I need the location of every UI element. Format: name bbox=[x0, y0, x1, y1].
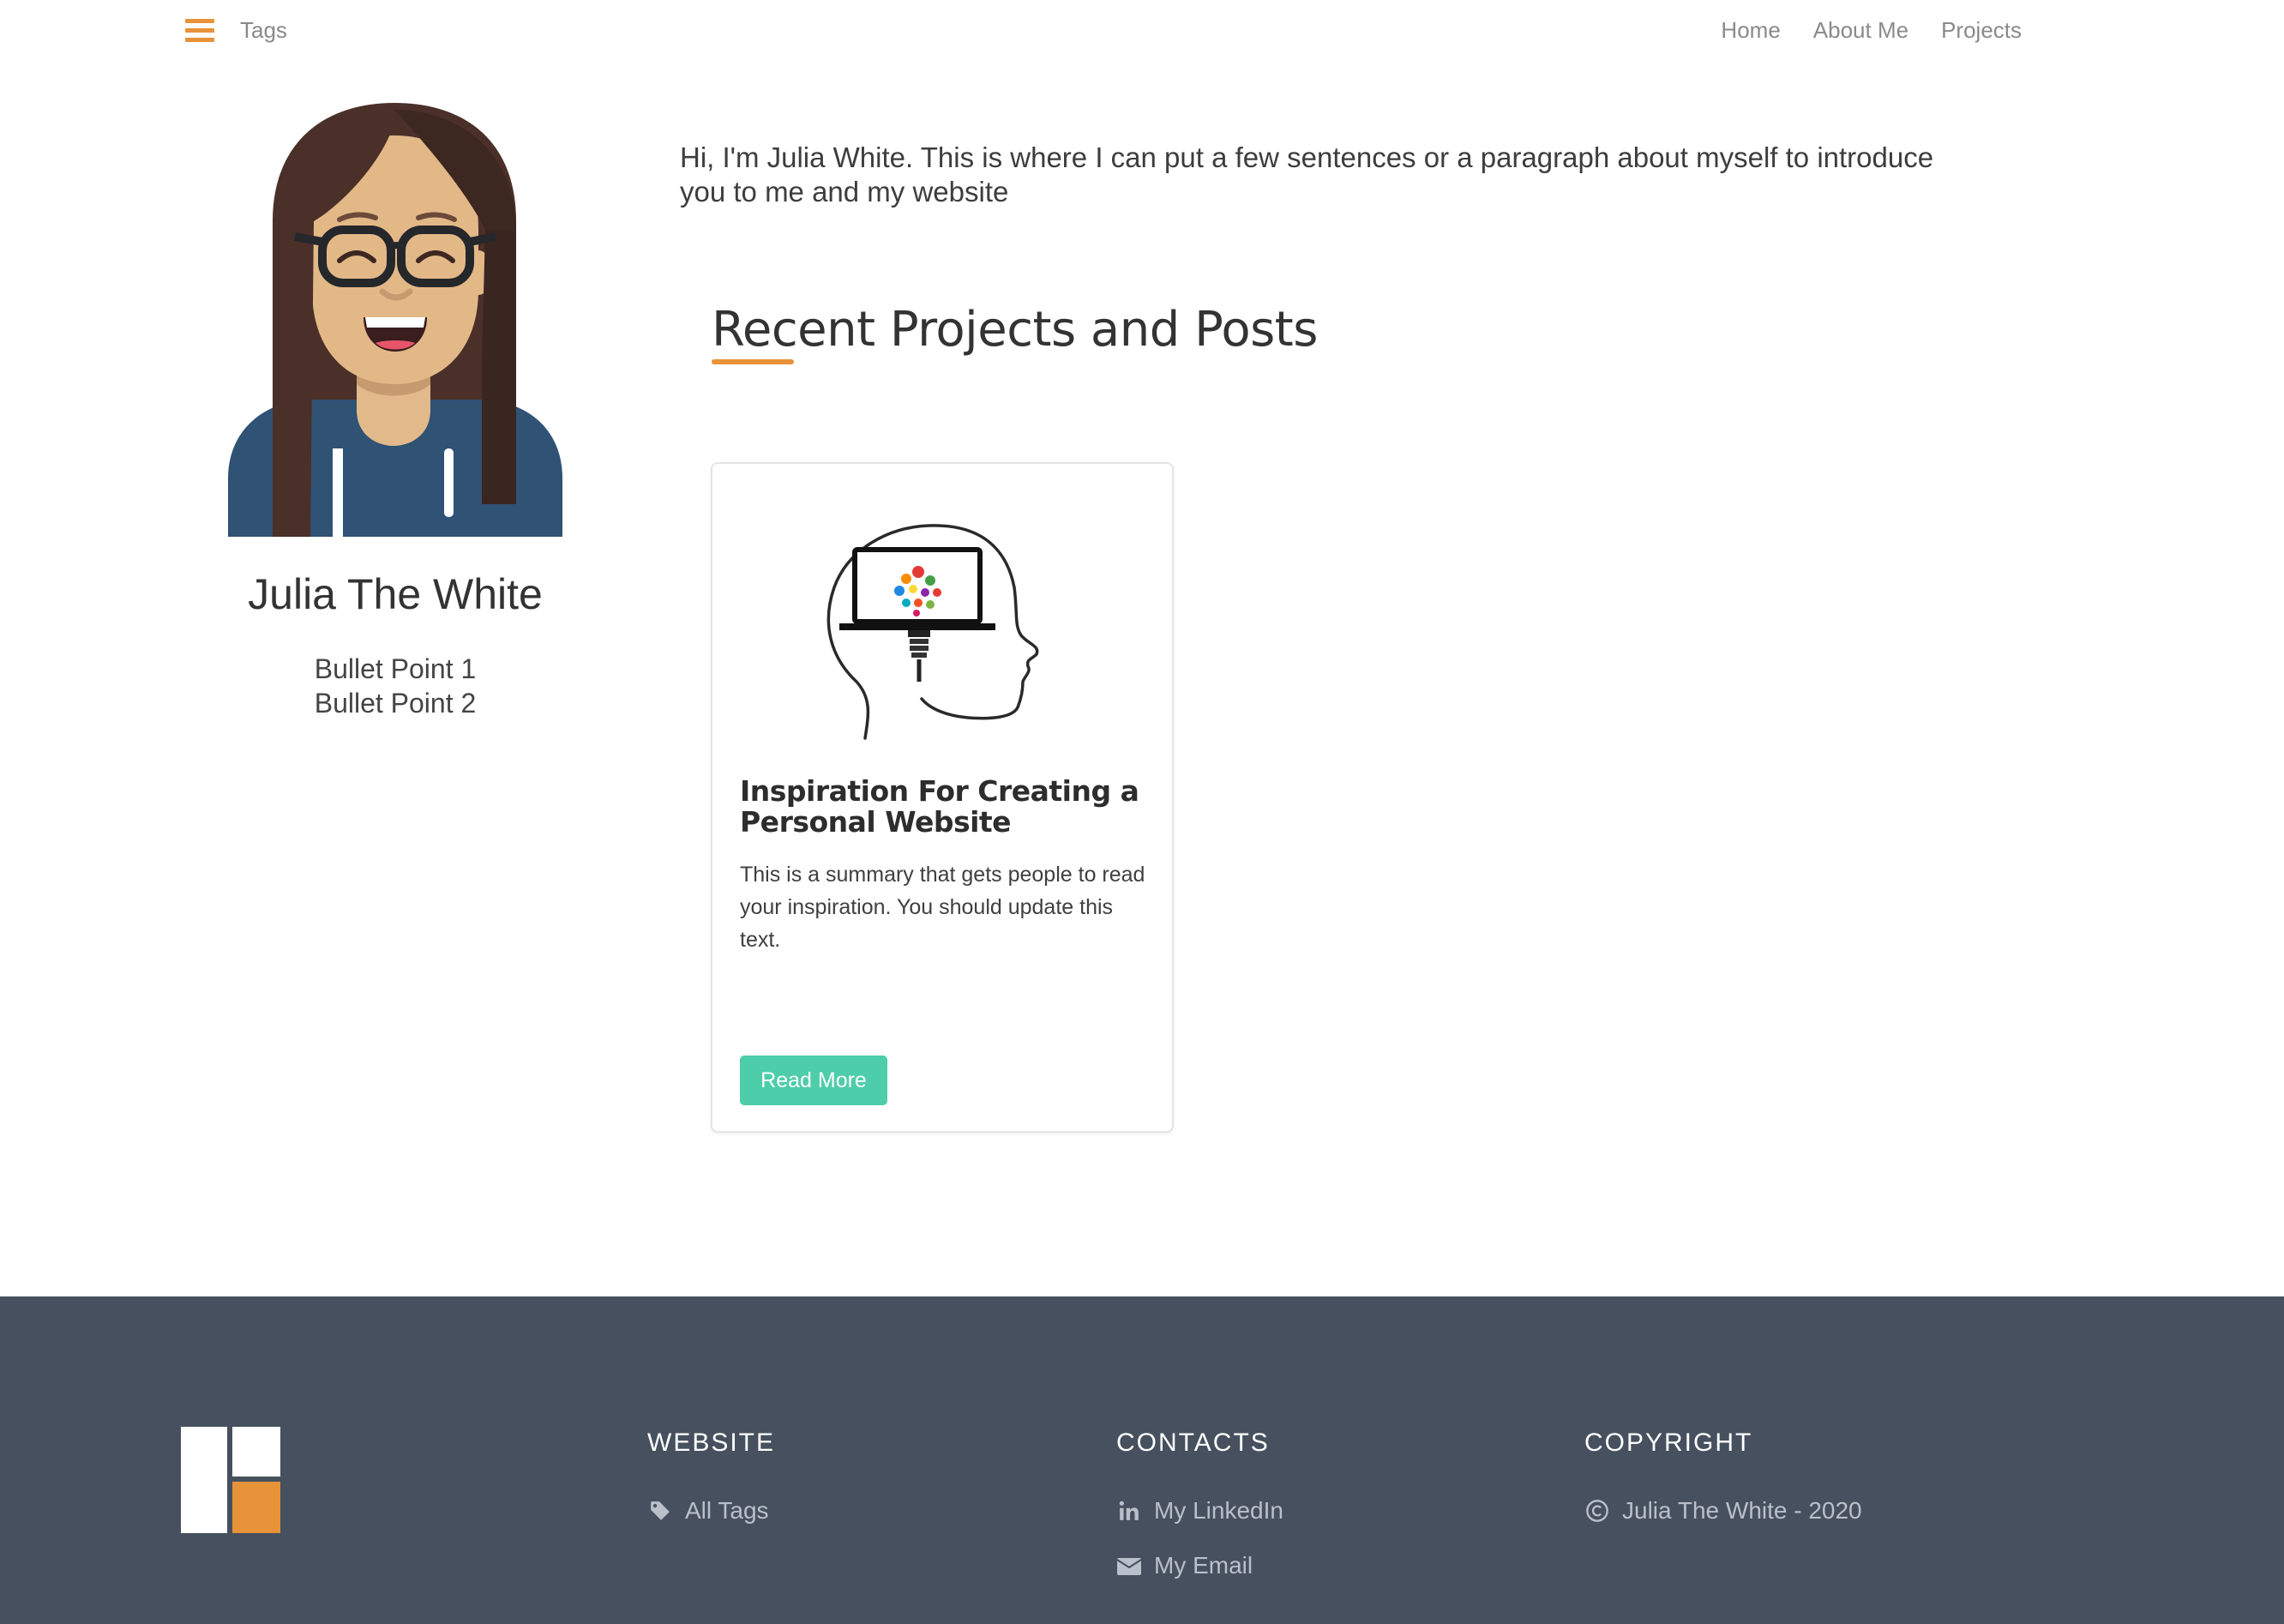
footer-all-tags-link[interactable]: All Tags bbox=[647, 1495, 775, 1526]
profile-name: Julia The White bbox=[248, 570, 543, 618]
footer-all-tags-label: All Tags bbox=[685, 1497, 769, 1524]
post-card[interactable]: Inspiration For Creating a Personal Webs… bbox=[711, 462, 1174, 1133]
hamburger-menu-icon[interactable] bbox=[185, 17, 216, 45]
profile-bullet-list: Bullet Point 1 Bullet Point 2 bbox=[137, 652, 653, 720]
footer-linkedin-label: My LinkedIn bbox=[1154, 1497, 1283, 1524]
profile-bullet: Bullet Point 1 bbox=[314, 653, 477, 684]
site-footer: WEBSITE All Tags CONTACTS My LinkedIn My… bbox=[0, 1296, 2284, 1624]
footer-website-heading: WEBSITE bbox=[647, 1429, 776, 1457]
nav-projects-link[interactable]: Projects bbox=[1941, 17, 2022, 43]
section-title: Recent Projects and Posts bbox=[712, 302, 1318, 358]
footer-copyright-text: Julia The White - 2020 bbox=[1622, 1497, 1862, 1524]
envelope-icon bbox=[1116, 1553, 1142, 1579]
intro-paragraph: Hi, I'm Julia White. This is where I can… bbox=[680, 141, 1934, 208]
post-thumbnail-image[interactable] bbox=[822, 519, 1066, 742]
site-logo[interactable] bbox=[181, 1427, 280, 1533]
profile-avatar bbox=[228, 101, 562, 537]
main-nav: Home About Me Projects bbox=[1721, 17, 2022, 43]
linkedin-icon bbox=[1116, 1498, 1142, 1524]
post-card-title[interactable]: Inspiration For Creating a Personal Webs… bbox=[740, 776, 1143, 838]
copyright-icon bbox=[1584, 1498, 1610, 1524]
footer-linkedin-link[interactable]: My LinkedIn bbox=[1116, 1495, 1283, 1526]
section-title-underline bbox=[712, 359, 794, 364]
profile-bullet: Bullet Point 2 bbox=[314, 688, 477, 719]
footer-email-label: My Email bbox=[1154, 1552, 1253, 1579]
nav-home-link[interactable]: Home bbox=[1721, 17, 1780, 43]
top-navbar: Tags Home About Me Projects bbox=[0, 0, 2284, 60]
footer-copyright-column: COPYRIGHT Julia The White - 2020 bbox=[1584, 1429, 1862, 1550]
footer-website-column: WEBSITE All Tags bbox=[647, 1429, 775, 1550]
footer-email-link[interactable]: My Email bbox=[1116, 1550, 1283, 1581]
footer-contacts-heading: CONTACTS bbox=[1116, 1429, 1270, 1457]
nav-tags-link[interactable]: Tags bbox=[240, 17, 287, 43]
tag-icon bbox=[647, 1498, 673, 1524]
footer-copyright-heading: COPYRIGHT bbox=[1584, 1429, 1753, 1457]
read-more-button[interactable]: Read More bbox=[740, 1056, 887, 1105]
nav-about-link[interactable]: About Me bbox=[1813, 17, 1908, 43]
footer-contacts-column: CONTACTS My LinkedIn My Email bbox=[1116, 1429, 1283, 1605]
post-card-summary: This is a summary that gets people to re… bbox=[740, 863, 1145, 952]
footer-copyright-line: Julia The White - 2020 bbox=[1584, 1495, 1862, 1526]
